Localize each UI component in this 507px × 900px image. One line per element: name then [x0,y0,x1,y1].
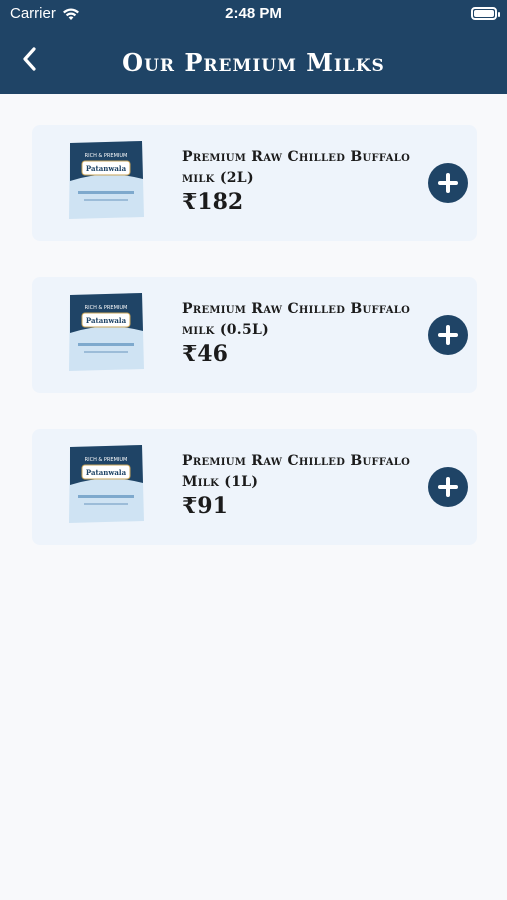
product-list: RICH & PREMIUM Patanwala Premium Raw Chi… [32,125,477,581]
product-name: Premium Raw Chilled Buffalo milk (2L) [182,149,411,186]
app-header: Carrier 2:48 PM Our Premium Milks [0,0,507,94]
product-name: Premium Raw Chilled Buffalo milk (0.5L) [182,301,411,338]
milk-pack-image: RICH & PREMIUM Patanwala [69,141,144,219]
pack-brand: Patanwala [86,316,127,325]
product-card[interactable]: RICH & PREMIUM Patanwala Premium Raw Chi… [32,429,477,545]
pack-label: RICH & PREMIUM [85,305,128,311]
product-name: Premium Raw Chilled Buffalo Milk (1L) [182,453,411,490]
pack-label: RICH & PREMIUM [85,457,128,463]
battery-icon [471,7,500,20]
product-price: ₹46 [182,341,228,367]
add-to-cart-button[interactable] [428,467,468,507]
product-card[interactable]: RICH & PREMIUM Patanwala Premium Raw Chi… [32,277,477,393]
status-bar: Carrier 2:48 PM [0,0,507,28]
status-time: 2:48 PM [225,5,282,22]
navigation-bar: Our Premium Milks [0,36,507,88]
pack-brand: Patanwala [86,468,127,477]
product-card[interactable]: RICH & PREMIUM Patanwala Premium Raw Chi… [32,125,477,241]
product-price: ₹182 [182,189,244,215]
milk-pack-image: RICH & PREMIUM Patanwala [69,445,144,523]
add-to-cart-button[interactable] [428,163,468,203]
pack-label: RICH & PREMIUM [85,153,128,159]
milk-pack-image: RICH & PREMIUM Patanwala [69,293,144,371]
product-price: ₹91 [182,493,228,519]
add-to-cart-button[interactable] [428,315,468,355]
page-title: Our Premium Milks [122,48,385,77]
pack-brand: Patanwala [86,164,127,173]
